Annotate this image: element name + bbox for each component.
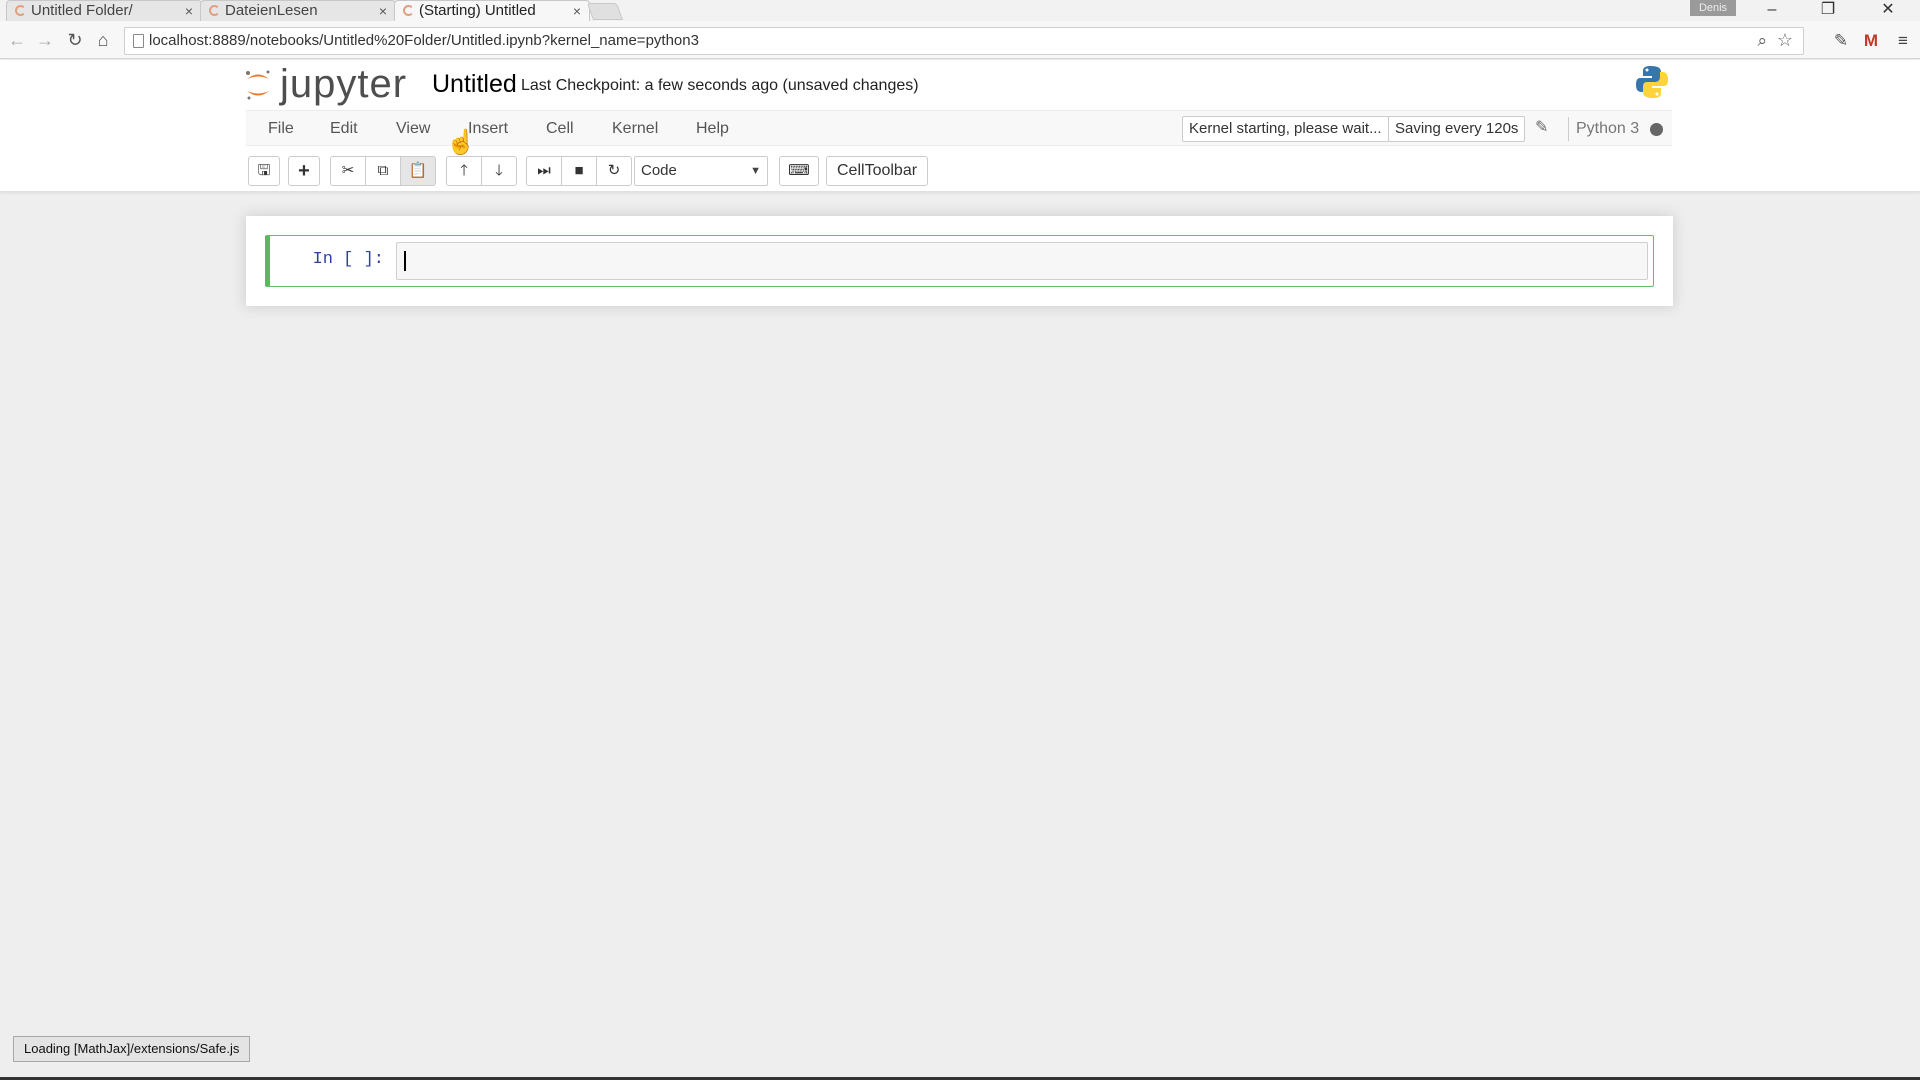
menu-icon[interactable]: ≡: [1892, 30, 1914, 52]
insert-cell-button[interactable]: +: [288, 156, 320, 186]
tab-label: (Starting) Untitled: [419, 2, 536, 19]
copy-icon: ⧉: [377, 162, 389, 179]
interrupt-button[interactable]: ■: [561, 156, 597, 186]
close-window-icon[interactable]: ✕: [1868, 0, 1908, 21]
stop-icon: ■: [574, 162, 584, 179]
kernel-busy-icon: [1650, 123, 1663, 136]
refresh-icon: ↻: [607, 162, 621, 179]
close-icon[interactable]: ×: [379, 1, 387, 21]
celltoolbar-button[interactable]: CellToolbar: [826, 156, 929, 186]
checkpoint-status: Last Checkpoint: a few seconds ago (unsa…: [521, 77, 919, 94]
mouse-cursor-icon: ☝: [446, 129, 476, 156]
restart-kernel-button[interactable]: ↻: [596, 156, 632, 186]
bookmark-star-icon[interactable]: ☆: [1777, 30, 1793, 51]
tab-label: Untitled Folder/: [31, 2, 133, 19]
paste-button[interactable]: 📋: [400, 156, 436, 186]
pencil-icon: ✎: [1535, 119, 1549, 136]
browser-tab-untitled-folder[interactable]: Untitled Folder/ ×: [6, 0, 202, 21]
python-logo-icon: [1636, 66, 1668, 98]
save-button[interactable]: 🖫: [248, 156, 280, 186]
code-cell[interactable]: In [ ]:: [265, 235, 1654, 287]
page-icon: [133, 34, 144, 48]
url-text[interactable]: localhost:8889/notebooks/Untitled%20Fold…: [149, 28, 699, 54]
save-icon: 🖫: [257, 162, 271, 179]
profile-badge[interactable]: Denis: [1690, 0, 1736, 16]
forward-icon[interactable]: →: [34, 29, 56, 51]
notebook-container: In [ ]:: [246, 216, 1673, 306]
divider: [1568, 117, 1569, 141]
command-palette-button[interactable]: ⌨: [779, 156, 819, 186]
url-field[interactable]: localhost:8889/notebooks/Untitled%20Fold…: [124, 27, 1804, 55]
loading-icon: [209, 5, 220, 16]
copy-button[interactable]: ⧉: [365, 156, 401, 186]
loading-status-message: Loading [MathJax]/extensions/Safe.js: [13, 1036, 251, 1062]
back-icon[interactable]: ←: [6, 29, 28, 51]
plus-icon: +: [298, 160, 310, 182]
zoom-icon[interactable]: ⌕: [1757, 31, 1767, 51]
caret-down-icon: ▼: [750, 165, 761, 177]
browser-tab-bar: Untitled Folder/ × DateienLesen × (Start…: [0, 0, 1920, 21]
menu-file[interactable]: File: [268, 111, 294, 146]
keyboard-icon: ⌨: [788, 162, 810, 179]
home-icon[interactable]: ⌂: [92, 29, 114, 51]
kernel-status-indicator: Kernel starting, please wait...: [1182, 116, 1389, 142]
notebook-title[interactable]: Untitled: [432, 69, 517, 99]
text-cursor: [404, 251, 406, 271]
code-input[interactable]: [396, 242, 1648, 280]
menu-help[interactable]: Help: [696, 111, 729, 146]
arrow-up-icon: 🡑: [460, 162, 468, 179]
step-forward-icon: ⏭: [537, 162, 551, 179]
cell-type-value: Code: [641, 162, 677, 179]
reload-icon[interactable]: ↻: [64, 29, 86, 51]
run-cell-button[interactable]: ⏭: [526, 156, 562, 186]
move-up-button[interactable]: 🡑: [446, 156, 482, 186]
cell-type-select[interactable]: Code ▼: [634, 156, 768, 186]
jupyter-logo-text: jupyter: [280, 62, 408, 106]
jupyter-logo-icon: [246, 70, 270, 100]
tab-label: DateienLesen: [225, 2, 318, 19]
close-icon[interactable]: ×: [573, 1, 581, 21]
scissors-icon: ✂: [341, 162, 355, 179]
close-icon[interactable]: ×: [185, 1, 193, 21]
kernel-name: Python 3: [1576, 120, 1640, 137]
menu-view[interactable]: View: [396, 111, 430, 146]
autosave-indicator: Saving every 120s: [1388, 116, 1526, 142]
paste-icon: 📋: [408, 162, 428, 179]
input-prompt: In [ ]:: [312, 250, 384, 269]
arrow-down-icon: 🡓: [495, 162, 503, 179]
browser-tab-starting-untitled[interactable]: (Starting) Untitled ×: [394, 0, 590, 21]
menu-cell[interactable]: Cell: [546, 111, 574, 146]
menu-edit[interactable]: Edit: [330, 111, 358, 146]
jupyter-header: jupyter Untitled Last Checkpoint: a few …: [0, 60, 1920, 192]
browser-address-bar: ← → ↻ ⌂ localhost:8889/notebooks/Untitle…: [0, 21, 1920, 59]
gmail-icon[interactable]: M: [1860, 30, 1882, 52]
move-down-button[interactable]: 🡓: [481, 156, 517, 186]
loading-icon: [15, 5, 26, 16]
notebook-toolbar: 🖫 + ✂ ⧉ 📋 🡑 🡓 ⏭ ■ ↻ Code ▼ ⌨ CellToolbar: [246, 156, 1672, 190]
extension-pen-icon[interactable]: ✎: [1830, 30, 1852, 52]
minimize-icon[interactable]: –: [1752, 0, 1792, 21]
cut-button[interactable]: ✂: [330, 156, 366, 186]
new-tab-button[interactable]: [586, 3, 624, 20]
restore-icon[interactable]: ❐: [1808, 0, 1848, 21]
menu-kernel[interactable]: Kernel: [612, 111, 658, 146]
loading-icon: [403, 5, 414, 16]
browser-tab-dateienlesen[interactable]: DateienLesen ×: [200, 0, 396, 21]
